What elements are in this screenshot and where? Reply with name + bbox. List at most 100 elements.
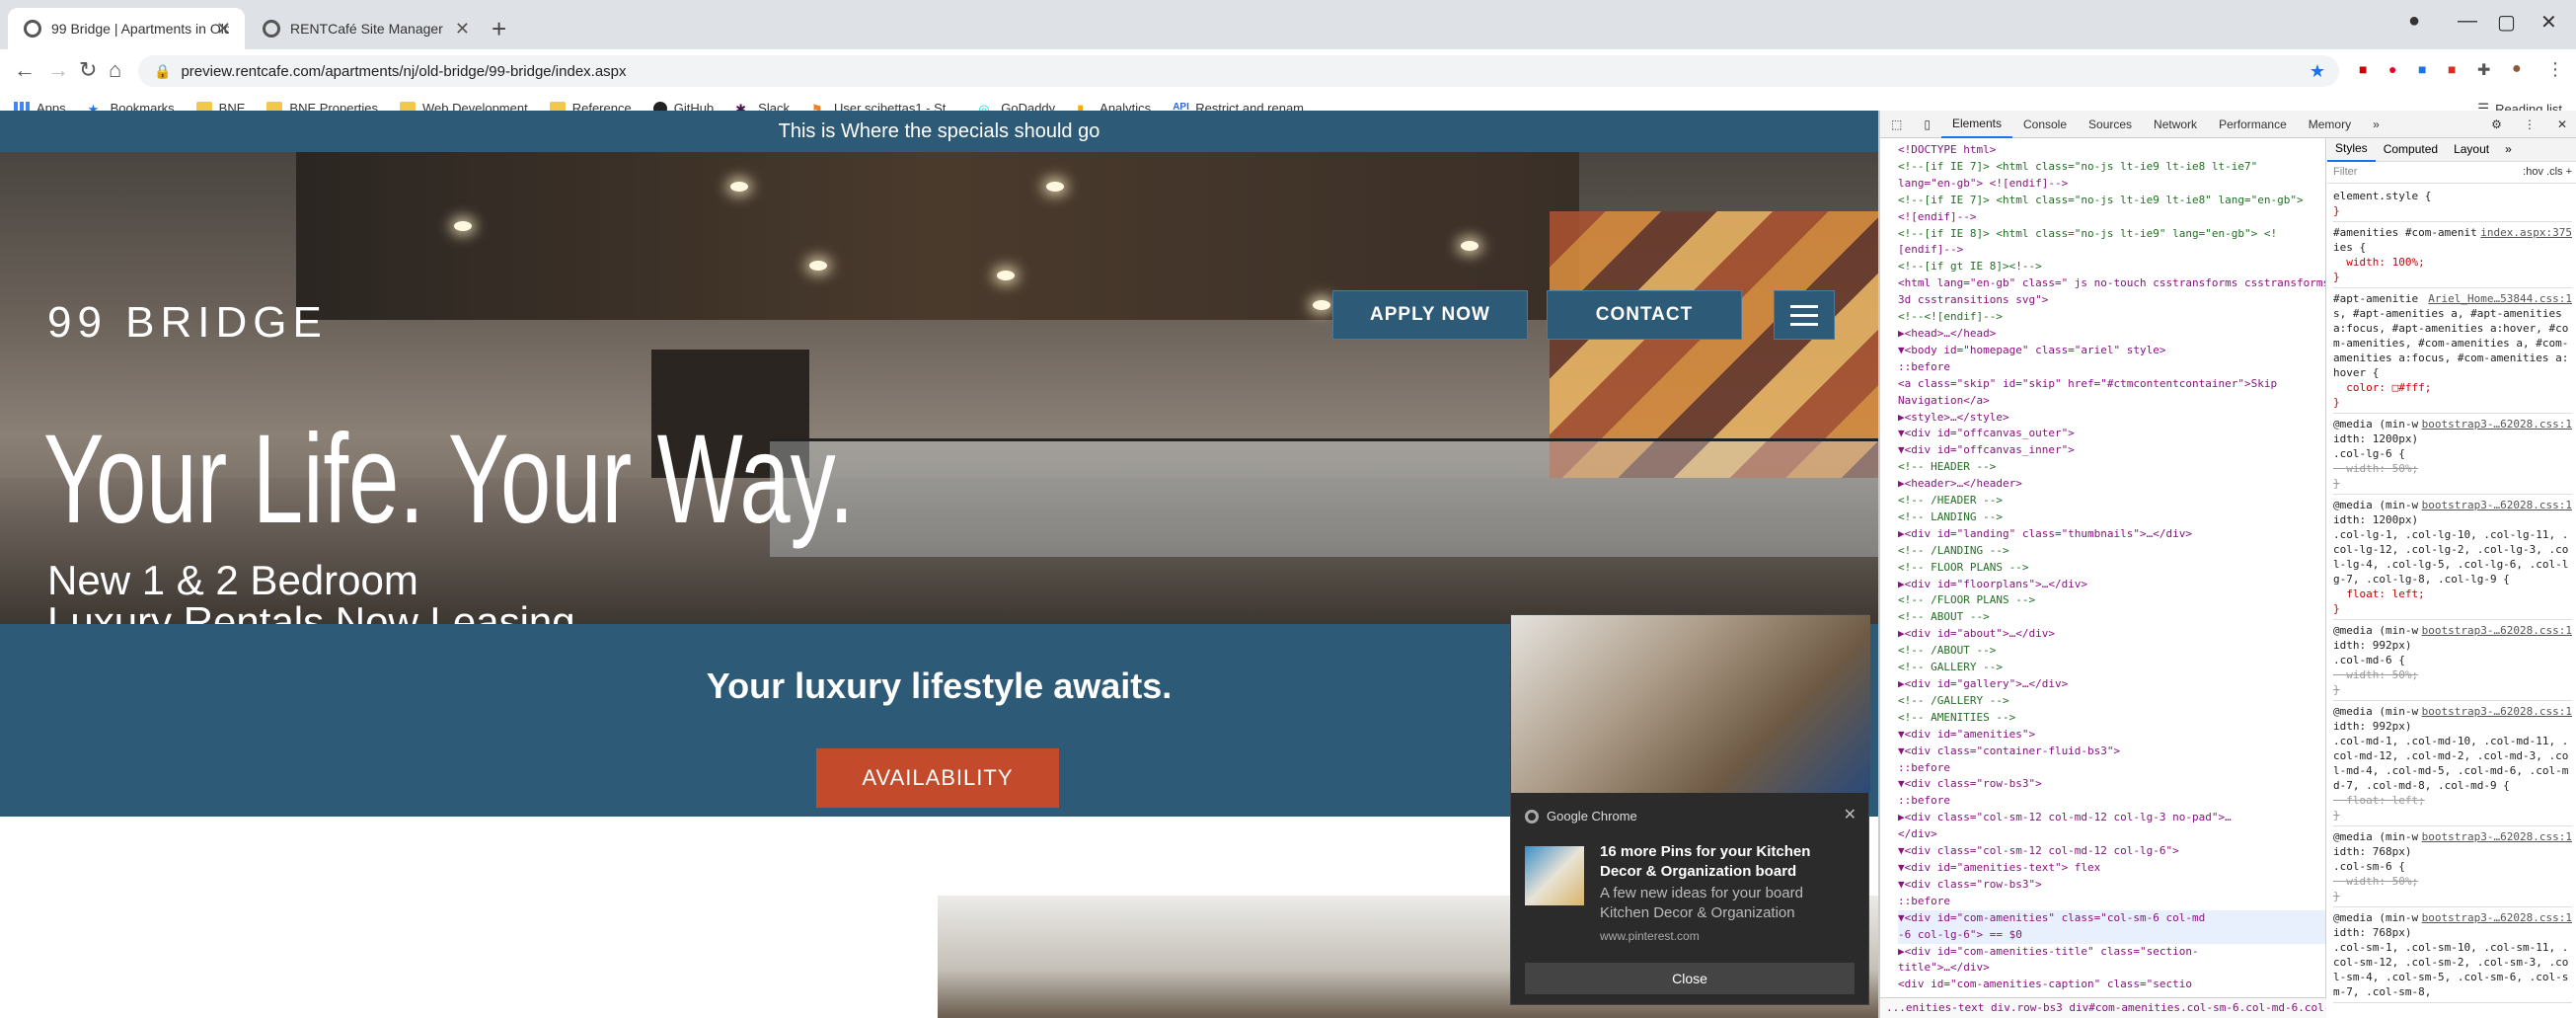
dom-line[interactable]: <!-- HEADER --> [1898, 459, 2325, 476]
extension-icon[interactable]: ■ [2418, 61, 2426, 77]
close-tab-icon[interactable]: ✕ [216, 19, 231, 39]
rule-body[interactable]: width: 50%; } [2333, 461, 2572, 491]
dom-line[interactable]: ▶<div id="gallery">…</div> [1898, 676, 2325, 693]
rule-source-link[interactable]: bootstrap3-…62028.css:1 [2422, 704, 2572, 719]
close-window-icon[interactable]: ✕ [2540, 10, 2557, 35]
pinterest-extension-icon[interactable]: ● [2388, 61, 2396, 77]
css-rule[interactable]: bootstrap3-…62028.css:1 @media (min-width… [2333, 907, 2572, 1003]
dom-line[interactable]: Navigation</a> [1898, 393, 2325, 410]
dom-line[interactable]: ▼<div class="row-bs3"> [1898, 877, 2325, 894]
home-icon[interactable]: ⌂ [109, 57, 121, 83]
dom-line[interactable]: ▼<div class="row-bs3"> [1898, 776, 2325, 793]
css-rule[interactable]: element.style {} [2333, 186, 2572, 222]
rule-source-link[interactable]: Ariel_Home…53844.css:1 [2428, 291, 2572, 306]
dom-line[interactable]: -6 col-lg-6"> == $0 [1898, 926, 2325, 944]
dom-line[interactable]: title">…</div> [1898, 960, 2325, 977]
dom-line[interactable]: ::before [1898, 359, 2325, 376]
dom-line[interactable]: <!-- /LANDING --> [1898, 543, 2325, 560]
dom-line[interactable]: ▶<div class="col-sm-12 col-md-12 col-lg-… [1898, 810, 2325, 826]
bookmark-star-icon[interactable]: ★ [2310, 61, 2325, 82]
tab-rentcafe-site-manager[interactable]: RENTCafé Site Manager ✕ [247, 8, 484, 49]
devtools-menu-icon[interactable]: ⋮ [2513, 111, 2546, 138]
dom-line[interactable]: ▼<div id="com-amenities" class="col-sm-6… [1898, 909, 2325, 927]
chrome-notification[interactable]: Google Chrome ✕ 16 more Pins for your Ki… [1510, 614, 1870, 1005]
hamburger-menu-icon[interactable] [1774, 290, 1835, 340]
dom-line[interactable]: <!-- ABOUT --> [1898, 609, 2325, 626]
new-tab-icon[interactable]: + [492, 14, 506, 44]
rule-body[interactable]: width: 50%; } [2333, 667, 2572, 697]
rule-source-link[interactable]: bootstrap3-…62028.css:1 [2422, 910, 2572, 925]
minimize-icon[interactable]: — [2458, 10, 2477, 33]
dom-line[interactable]: <!-- /HEADER --> [1898, 493, 2325, 509]
forward-icon[interactable]: → [47, 57, 69, 83]
more-tabs-icon[interactable]: » [2362, 111, 2390, 138]
close-devtools-icon[interactable]: ✕ [2546, 111, 2576, 138]
availability-button[interactable]: AVAILABILITY [816, 748, 1059, 808]
back-icon[interactable]: ← [14, 57, 36, 83]
close-icon[interactable]: ✕ [1844, 805, 1856, 824]
css-rule[interactable]: Ariel_Home…53844.css:1 #apt-amenities, #a… [2333, 288, 2572, 414]
rule-body[interactable]: color: □#fff; } [2333, 380, 2572, 410]
dom-line[interactable]: ::before [1898, 760, 2325, 777]
rule-body[interactable]: } [2333, 203, 2572, 218]
dom-line[interactable]: ▼<div id="offcanvas_outer"> [1898, 426, 2325, 442]
dom-line[interactable]: <!--[if IE 8]> <html class="no-js lt-ie9… [1898, 226, 2325, 243]
rule-body[interactable]: width: 100%; } [2333, 255, 2572, 284]
dom-line[interactable]: ::before [1898, 894, 2325, 910]
inspect-icon[interactable]: ⬚ [1880, 111, 1913, 138]
rule-source-link[interactable]: index.aspx:375 [2480, 225, 2572, 240]
maximize-icon[interactable]: ▢ [2497, 10, 2516, 35]
css-rule[interactable]: bootstrap3-…62028.css:1 @media (min-width… [2333, 414, 2572, 495]
dom-line[interactable]: ▶<div id="floorplans">…</div> [1898, 577, 2325, 593]
dom-breadcrumbs[interactable]: ...enities-text div.row-bs3 div#com-amen… [1880, 997, 2326, 1018]
profile-menu-icon[interactable]: ● [2408, 10, 2420, 33]
rule-source-link[interactable]: bootstrap3-…62028.css:1 [2422, 623, 2572, 638]
extensions-puzzle-icon[interactable]: ✚ [2477, 60, 2490, 80]
dom-line[interactable]: <!-- /ABOUT --> [1898, 643, 2325, 660]
css-rule[interactable]: bootstrap3-…62028.css:1 @media (min-width… [2333, 495, 2572, 620]
notification-close-button[interactable]: Close [1525, 963, 1855, 994]
tab-layout[interactable]: Layout [2446, 142, 2497, 157]
dom-line[interactable]: <!-- LANDING --> [1898, 509, 2325, 526]
rule-source-link[interactable]: bootstrap3-…62028.css:1 [2422, 829, 2572, 844]
dom-line[interactable]: <!--<![endif]--> [1898, 309, 2325, 326]
tab-styles[interactable]: Styles [2327, 138, 2376, 162]
dom-line[interactable]: <!-- AMENITIES --> [1898, 710, 2325, 727]
rule-body[interactable]: float: left; } [2333, 793, 2572, 822]
dom-line[interactable]: <!-- /GALLERY --> [1898, 693, 2325, 710]
dom-line[interactable]: <!-- GALLERY --> [1898, 660, 2325, 676]
dom-line[interactable]: ▼<div id="amenities"> [1898, 727, 2325, 744]
dom-line[interactable]: <!--[if IE 7]> <html class="no-js lt-ie9… [1898, 159, 2325, 176]
settings-gear-icon[interactable]: ⚙ [2480, 111, 2513, 138]
tab-elements[interactable]: Elements [1940, 111, 2012, 138]
contact-button[interactable]: CONTACT [1547, 290, 1742, 340]
dom-line[interactable]: <div id="com-amenities-caption" class="s… [1898, 977, 2325, 993]
dom-line[interactable]: ▶<header>…</header> [1898, 476, 2325, 493]
rule-body[interactable]: float: left; } [2333, 587, 2572, 616]
reload-icon[interactable]: ↻ [79, 57, 97, 83]
tab-network[interactable]: Network [2143, 111, 2208, 138]
dom-line[interactable]: [endif]--> [1898, 242, 2325, 259]
device-toolbar-icon[interactable]: ▯ [1913, 111, 1941, 138]
tab-performance[interactable]: Performance [2208, 111, 2298, 138]
avatar[interactable]: ● [2512, 60, 2522, 78]
dom-line[interactable]: <!DOCTYPE html> [1898, 142, 2325, 159]
address-bar[interactable]: 🔒 preview.rentcafe.com/apartments/nj/old… [138, 55, 2339, 87]
tab-computed[interactable]: Computed [2376, 142, 2446, 157]
dom-line[interactable]: lang="en-gb"> <![endif]--> [1898, 176, 2325, 193]
dom-line[interactable]: <!--[if gt IE 8]><!--> [1898, 259, 2325, 275]
css-rule[interactable]: index.aspx:375 #amenities #com-amenities … [2333, 222, 2572, 288]
dom-line[interactable]: 3d csstransitions svg"> [1898, 292, 2325, 309]
rule-body[interactable]: width: 50%; } [2333, 874, 2572, 903]
dom-line[interactable]: ▼<div class="col-sm-12 col-md-12 col-lg-… [1898, 843, 2325, 860]
dom-line[interactable]: ▼<div id="amenities-text"> flex [1898, 860, 2325, 877]
extension-icon[interactable]: ■ [2359, 61, 2367, 77]
css-rule[interactable]: bootstrap3-…62028.css:1 @media (min-width… [2333, 620, 2572, 701]
styles-filter[interactable]: Filter :hov .cls + [2327, 162, 2576, 184]
close-tab-icon[interactable]: ✕ [455, 19, 470, 39]
tab-99-bridge[interactable]: 99 Bridge | Apartments in Old B... ✕ [8, 8, 245, 49]
tab-memory[interactable]: Memory [2298, 111, 2362, 138]
dom-line[interactable]: <![endif]--> [1898, 209, 2325, 226]
css-rule[interactable]: bootstrap3-…62028.css:1 @media (min-width… [2333, 701, 2572, 826]
css-rule[interactable]: bootstrap3-…62028.css:1 @media (min-width… [2333, 826, 2572, 907]
